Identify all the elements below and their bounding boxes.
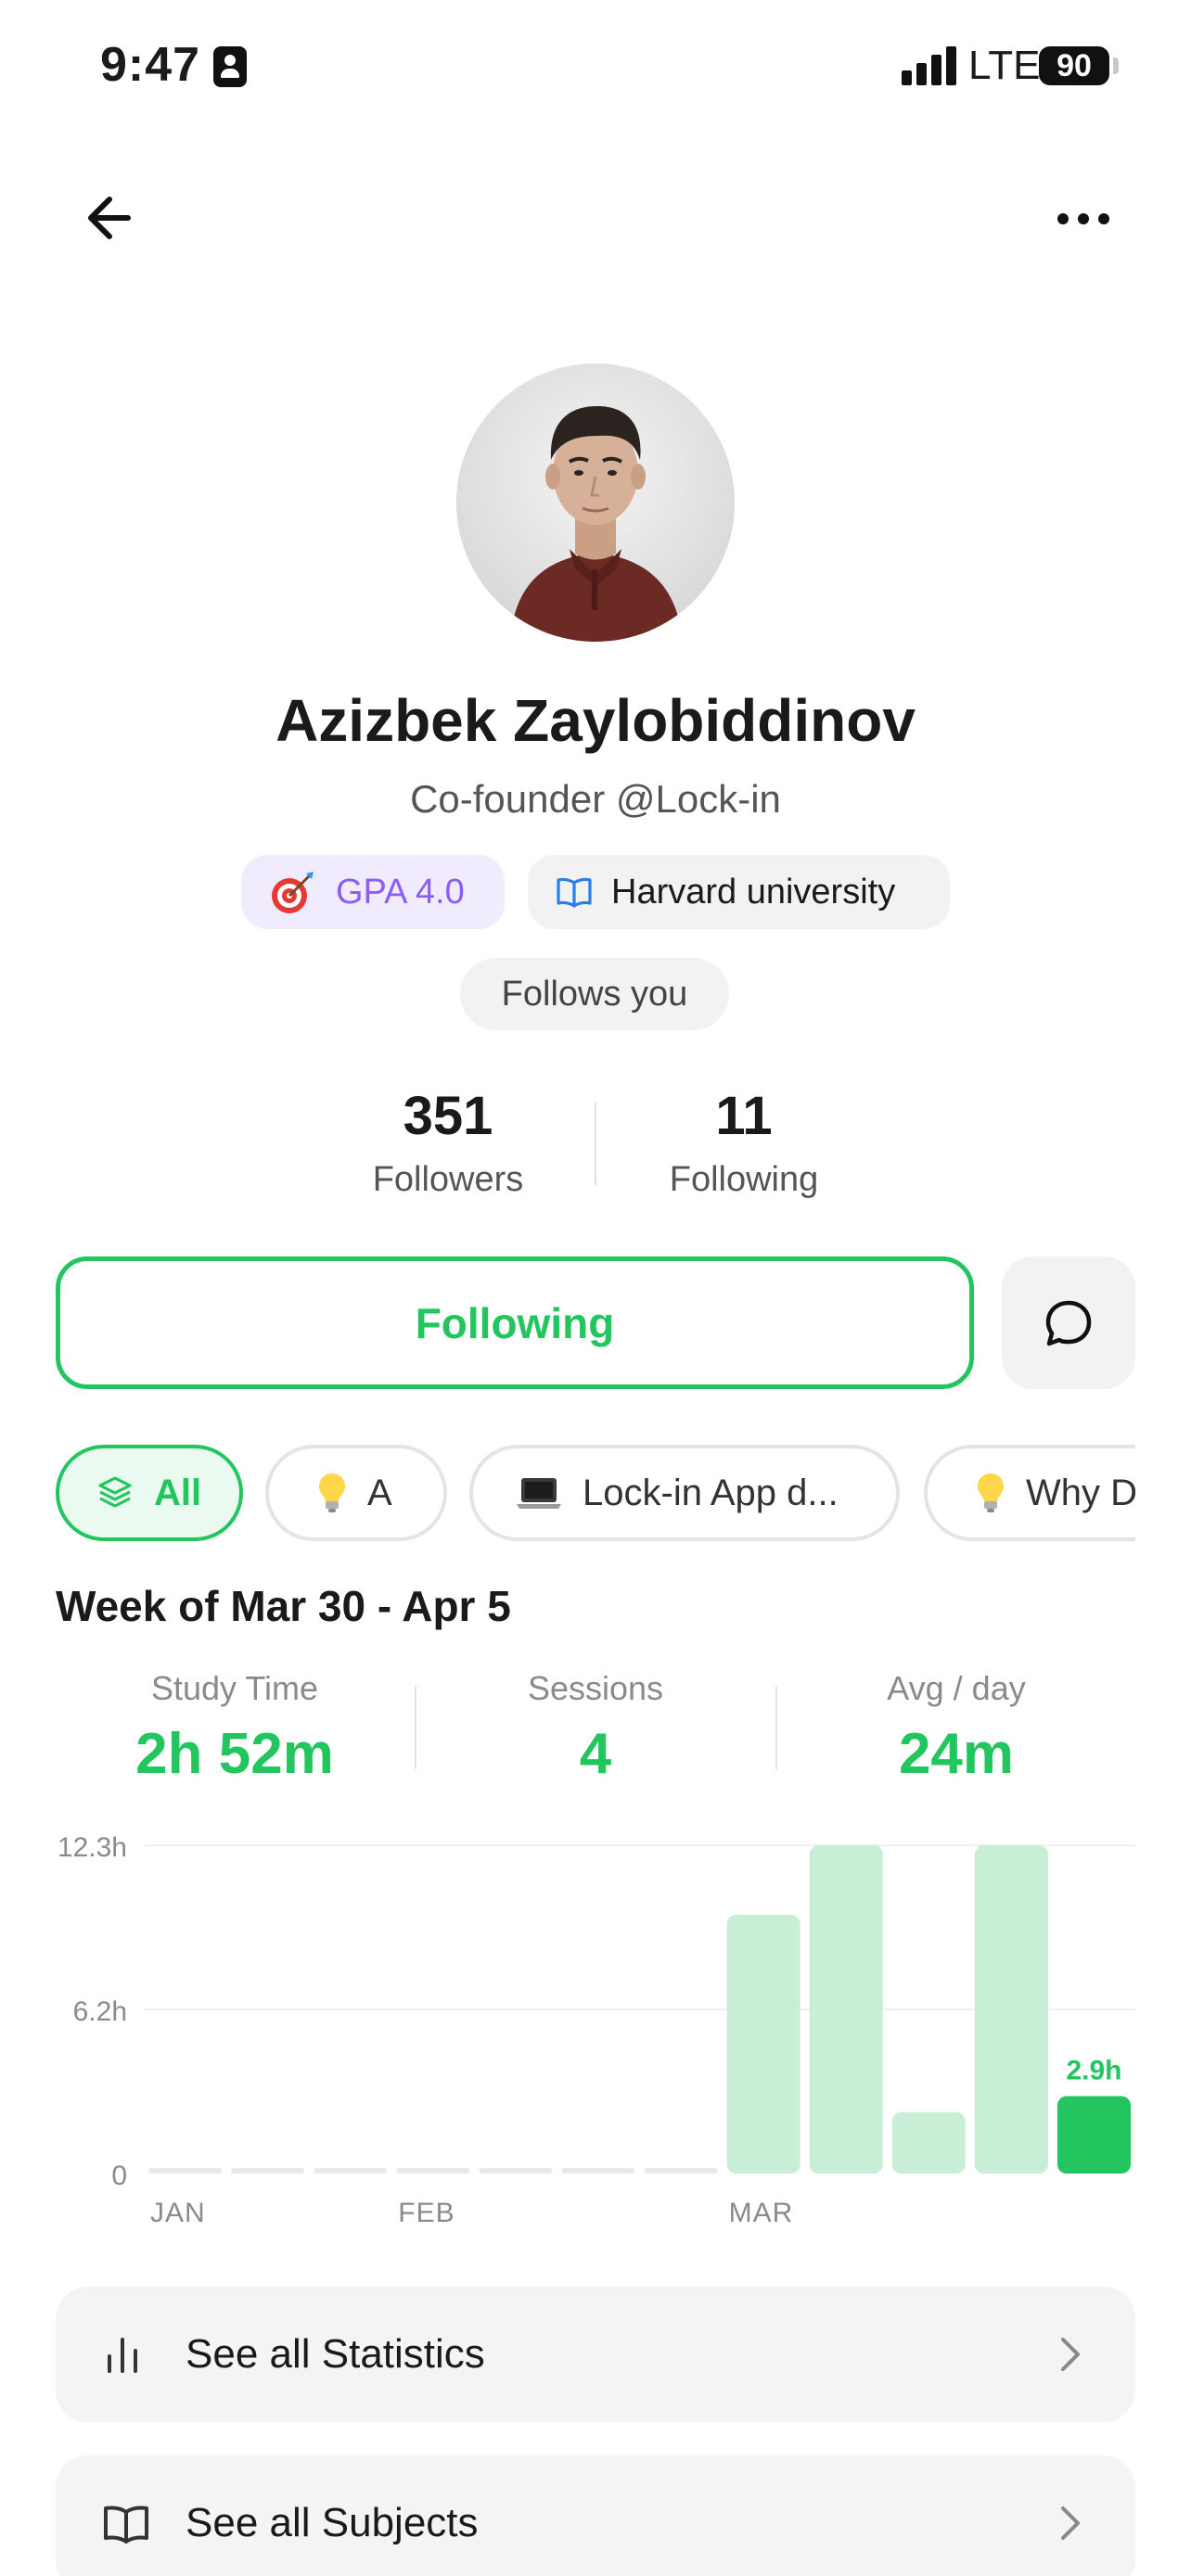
see-all-subjects-label: See all Subjects: [186, 2500, 479, 2545]
contact-card-icon: [213, 46, 247, 87]
lightbulb-icon: [317, 1472, 347, 1514]
profile-tagline: Co-founder @Lock-in: [410, 777, 781, 821]
book-open-icon: [556, 875, 593, 909]
chart-y-tick-label: 12.3h: [58, 1832, 127, 1863]
study-time-label: Study Time: [150, 1669, 319, 1707]
avg-per-day-value: 24m: [898, 1722, 1015, 1786]
week-title: Week of Mar 30 - Apr 5: [56, 1582, 511, 1630]
message-button[interactable]: [1002, 1256, 1135, 1389]
back-button[interactable]: [80, 185, 145, 250]
chart-bar: [396, 2168, 470, 2174]
followers-stat[interactable]: 351 Followers: [309, 1085, 587, 1200]
book-open-icon: [102, 2503, 150, 2544]
network-label: LTE: [968, 43, 1041, 88]
filter-a[interactable]: A: [265, 1445, 447, 1541]
followers-count: 351: [403, 1086, 493, 1146]
study-time-summary: Study Time 2h 52m: [54, 1669, 416, 1787]
sessions-value: 4: [579, 1722, 612, 1786]
bar-chart-icon: [102, 2334, 143, 2375]
filter-label: A: [367, 1472, 392, 1513]
filter-why-d[interactable]: Why D: [924, 1445, 1135, 1541]
gpa-label: GPA 4.0: [336, 872, 465, 912]
ellipsis-icon: [1057, 213, 1109, 224]
cellular-signal-icon: [902, 46, 959, 85]
chart-bar: [231, 2168, 305, 2174]
following-stat[interactable]: 11 Following: [605, 1085, 883, 1200]
chart-y-tick-label: 6.2h: [73, 1996, 127, 2027]
status-time: 9:47: [100, 38, 201, 92]
filter-label: All: [154, 1472, 202, 1513]
chart-x-tick-label: MAR: [729, 2198, 794, 2228]
profile-name: Azizbek Zaylobiddinov: [275, 687, 916, 754]
see-all-subjects-button[interactable]: See all Subjects: [56, 2455, 1135, 2576]
chart-y-tick-label: 0: [111, 2161, 127, 2191]
profile-photo: [456, 363, 735, 642]
following-label: Following: [669, 1160, 819, 1199]
chart-x-tick-label: JAN: [150, 2198, 206, 2228]
avg-per-day-summary: Avg / day 24m: [775, 1669, 1137, 1787]
stat-divider: [595, 1102, 596, 1185]
study-time-value: 2h 52m: [135, 1722, 334, 1786]
chevron-right-icon: [1059, 2505, 1082, 2542]
chevron-right-icon: [1059, 2336, 1082, 2373]
chart-bar: [809, 1845, 883, 2174]
chart-x-tick-label: FEB: [398, 2198, 455, 2228]
avg-per-day-label: Avg / day: [887, 1669, 1026, 1707]
laptop-icon: [516, 1474, 562, 1511]
chart-bar: [974, 1845, 1048, 2174]
avatar: [456, 363, 735, 642]
sessions-label: Sessions: [527, 1669, 664, 1707]
filter-all[interactable]: All: [56, 1445, 243, 1541]
battery-icon: 90: [1039, 46, 1109, 85]
arrow-left-icon: [88, 197, 131, 239]
see-all-statistics-label: See all Statistics: [186, 2331, 485, 2377]
chart-bar: [314, 2168, 388, 2174]
chart-bar: [1057, 2096, 1131, 2174]
filter-label: Why D: [1026, 1472, 1135, 1513]
chart-bar: [891, 2111, 966, 2174]
gpa-badge: GPA 4.0: [241, 855, 505, 929]
chart-bar: [644, 2168, 718, 2174]
follows-you-badge: Follows you: [460, 958, 729, 1030]
battery-tip: [1113, 57, 1119, 74]
lightbulb-icon: [976, 1472, 1005, 1514]
followers-label: Followers: [372, 1160, 524, 1199]
following-button[interactable]: Following: [56, 1256, 974, 1389]
status-bar: 9:47 LTE 90: [0, 0, 1191, 139]
university-badge: Harvard university: [528, 855, 950, 929]
filter-lock-in-app[interactable]: Lock-in App d...: [469, 1445, 900, 1541]
target-icon: [269, 868, 317, 916]
layers-icon: [96, 1474, 134, 1511]
see-all-statistics-button[interactable]: See all Statistics: [56, 2287, 1135, 2422]
following-count: 11: [715, 1086, 773, 1146]
chart-data-label: 2.9h: [1066, 2056, 1121, 2086]
chart-bar: [726, 1914, 800, 2174]
weekly-study-chart: 12.3h 6.2h 0 2.9h JAN FEB MAR: [58, 1832, 1135, 2228]
sessions-summary: Sessions 4: [415, 1669, 776, 1787]
chat-bubble-icon: [1045, 1300, 1092, 1345]
chart-bar: [479, 2168, 553, 2174]
university-label: Harvard university: [611, 872, 896, 912]
more-options-button[interactable]: [1046, 185, 1121, 250]
chart-bar: [561, 2168, 635, 2174]
subject-filters: All A Lock-in App d... Why D: [56, 1445, 1135, 1543]
filter-label: Lock-in App d...: [583, 1472, 839, 1513]
chart-bar: [148, 2168, 223, 2174]
